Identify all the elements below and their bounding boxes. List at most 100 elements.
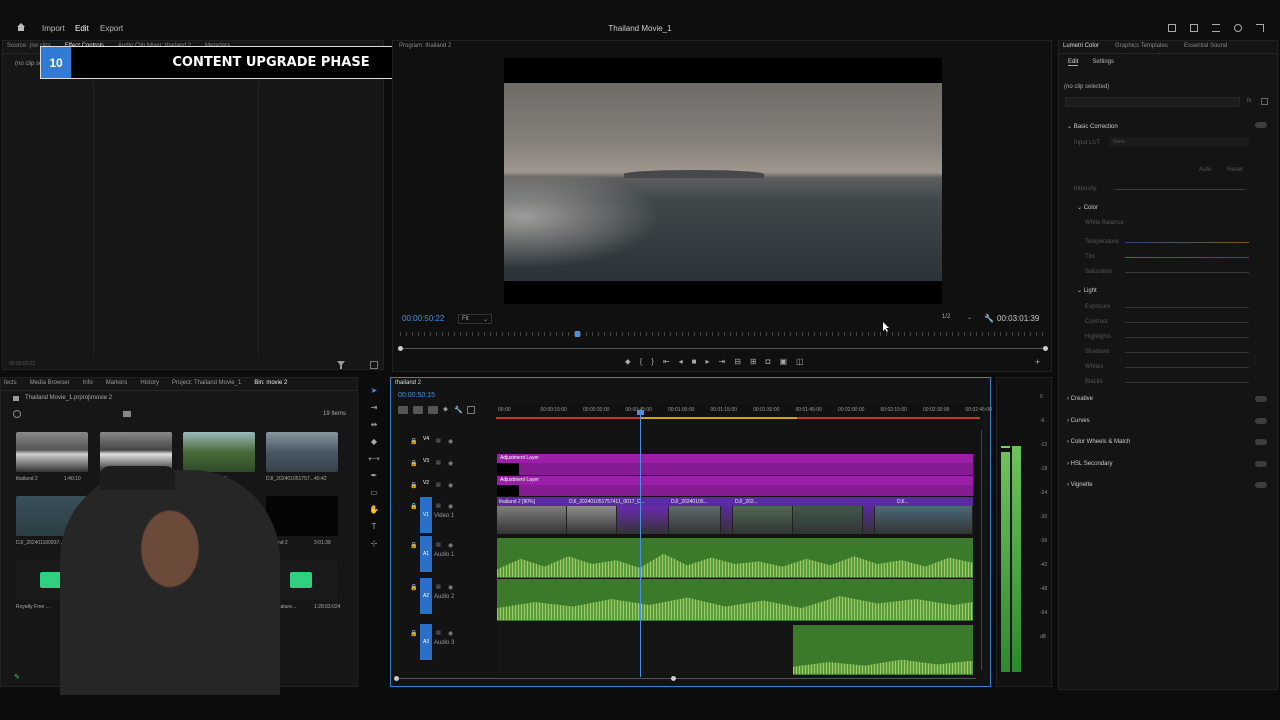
- slip-icon[interactable]: ⟷: [368, 454, 379, 463]
- v1-clip[interactable]: [733, 506, 793, 534]
- search-icon[interactable]: [13, 410, 21, 418]
- clip-thumbnail[interactable]: [266, 496, 338, 536]
- lock-icon[interactable]: 🔒: [410, 503, 417, 510]
- toggle-sync-icon[interactable]: ▤: [436, 630, 441, 636]
- toggle-sync-icon[interactable]: ▤: [436, 542, 441, 548]
- clip-thumbnail[interactable]: [16, 432, 88, 472]
- compare-icon[interactable]: ▣: [779, 357, 787, 367]
- program-playhead[interactable]: [575, 331, 580, 337]
- v1-clip[interactable]: [617, 506, 669, 534]
- lock-icon[interactable]: 🔒: [410, 438, 417, 445]
- mark-out-icon[interactable]: }: [651, 357, 654, 367]
- reset-button[interactable]: Reset: [1227, 167, 1243, 173]
- temperature-slider[interactable]: [1125, 242, 1249, 243]
- saturation-slider[interactable]: [1125, 272, 1249, 273]
- stop-icon[interactable]: ■: [692, 357, 697, 367]
- tab-lumetri-color[interactable]: Lumetri Color: [1063, 43, 1099, 51]
- eye-icon[interactable]: ◉: [448, 438, 453, 445]
- workspace-icon[interactable]: [1168, 24, 1176, 32]
- add-button-icon[interactable]: +: [1035, 357, 1040, 367]
- toggle-sync-icon[interactable]: ▤: [436, 482, 441, 488]
- rectangle-tool-icon[interactable]: ▭: [370, 488, 378, 497]
- toggle-sync-icon[interactable]: ▤: [436, 438, 441, 444]
- pen-icon[interactable]: ✎: [14, 673, 22, 681]
- toggle-sync-icon[interactable]: ▤: [436, 584, 441, 590]
- v1-clip[interactable]: [497, 506, 567, 534]
- eye-icon[interactable]: ◉: [448, 542, 453, 549]
- share-icon[interactable]: [1190, 24, 1198, 32]
- timeline-ruler[interactable]: [496, 404, 982, 422]
- captions-icon[interactable]: [467, 406, 475, 414]
- lumetri-section-header[interactable]: › HSL Secondary: [1067, 461, 1112, 467]
- lock-icon[interactable]: 🔒: [410, 460, 417, 467]
- tab-essential-sound[interactable]: Essential Sound: [1184, 43, 1227, 51]
- lumetri-section-header[interactable]: › Creative: [1067, 396, 1093, 402]
- vr-icon[interactable]: ◫: [796, 357, 804, 367]
- track-target[interactable]: V3: [420, 454, 432, 468]
- toggle-sync-icon[interactable]: ▤: [436, 460, 441, 466]
- timeline-tab[interactable]: thailand 2: [395, 380, 421, 386]
- vertical-scrollbar[interactable]: [977, 430, 982, 670]
- v1-clip[interactable]: [863, 506, 875, 534]
- light-slider[interactable]: [1125, 337, 1249, 338]
- go-to-in-icon[interactable]: ⇤: [663, 357, 670, 367]
- zoom-select[interactable]: Fit ⌄: [458, 314, 492, 324]
- program-scrollbar[interactable]: [400, 348, 1048, 349]
- light-section-header[interactable]: ⌄ Light: [1077, 287, 1097, 294]
- timeline-timecode[interactable]: 00:00:50:15: [398, 392, 435, 399]
- light-slider[interactable]: [1125, 322, 1249, 323]
- lock-icon[interactable]: 🔒: [410, 482, 417, 489]
- subtab-edit[interactable]: Edit: [1068, 59, 1079, 66]
- timeline-scroll-start[interactable]: [394, 676, 399, 681]
- pen-tool-icon[interactable]: ✒: [371, 471, 378, 480]
- menu-icon[interactable]: [1212, 24, 1220, 32]
- ripple-edit-icon[interactable]: ⇹: [371, 420, 378, 429]
- lock-icon[interactable]: 🔒: [410, 630, 417, 637]
- selection-tool-icon[interactable]: ➤: [371, 386, 378, 395]
- mark-in-icon[interactable]: {: [640, 357, 643, 367]
- clip-thumbnail[interactable]: [266, 432, 338, 472]
- lumetri-section-header[interactable]: › Color Wheels & Match: [1067, 439, 1130, 445]
- basic-correction-header[interactable]: ⌄ Basic Correction: [1067, 123, 1118, 130]
- tab-history[interactable]: History: [140, 380, 159, 388]
- fullscreen-icon[interactable]: [1256, 24, 1264, 32]
- eye-icon[interactable]: ◉: [448, 460, 453, 467]
- hand-icon[interactable]: ✋: [369, 505, 379, 514]
- tab-bin[interactable]: Bin: movie 2: [254, 380, 287, 388]
- tab-graphics-templates[interactable]: Graphics Templates: [1115, 43, 1168, 51]
- track-select-icon[interactable]: ⇥: [371, 403, 378, 412]
- tab-media-browser[interactable]: Media Browser: [30, 380, 70, 388]
- track-target[interactable]: A2: [420, 578, 432, 614]
- section-toggle[interactable]: [1255, 439, 1267, 445]
- step-back-icon[interactable]: ◂: [679, 357, 683, 367]
- color-section-header[interactable]: ⌄ Color: [1077, 204, 1098, 211]
- v1-clip[interactable]: [793, 506, 863, 534]
- search-icon[interactable]: [1234, 24, 1242, 32]
- tab-effects[interactable]: fects: [4, 380, 17, 388]
- quality-select[interactable]: 1/2 ⌄: [942, 314, 972, 324]
- fx-icon[interactable]: fx: [1247, 98, 1252, 104]
- go-to-out-icon[interactable]: ⇥: [719, 357, 726, 367]
- tab-project[interactable]: Project: Thailand Movie_1: [172, 380, 241, 388]
- new-bin-icon[interactable]: [123, 411, 131, 417]
- input-lut-select[interactable]: None: [1109, 137, 1249, 147]
- v1-clip[interactable]: [721, 506, 733, 534]
- v1-clip[interactable]: [567, 506, 617, 534]
- basic-correction-toggle[interactable]: [1255, 122, 1267, 128]
- lumetri-section-header[interactable]: › Curves: [1067, 418, 1090, 424]
- adjustment-layer-v2[interactable]: Adjustment Layer: [497, 476, 973, 485]
- light-slider[interactable]: [1125, 382, 1249, 383]
- timeline-scroll-end[interactable]: [671, 676, 676, 681]
- toggle-sync-icon[interactable]: ▤: [436, 503, 441, 509]
- play-icon[interactable]: ▸: [706, 357, 710, 367]
- program-ruler[interactable]: [400, 332, 1048, 336]
- auto-button[interactable]: Auto: [1199, 167, 1211, 173]
- marker-icon[interactable]: ⬥: [443, 406, 449, 414]
- razor-icon[interactable]: ◆: [371, 437, 377, 446]
- scroll-end-handle[interactable]: [1043, 346, 1048, 351]
- track-target[interactable]: V4: [420, 432, 432, 446]
- light-slider[interactable]: [1125, 307, 1249, 308]
- section-toggle[interactable]: [1255, 396, 1267, 402]
- program-timecode[interactable]: 00:00:50:22: [402, 314, 444, 323]
- add-marker-icon[interactable]: ⬥: [625, 357, 631, 367]
